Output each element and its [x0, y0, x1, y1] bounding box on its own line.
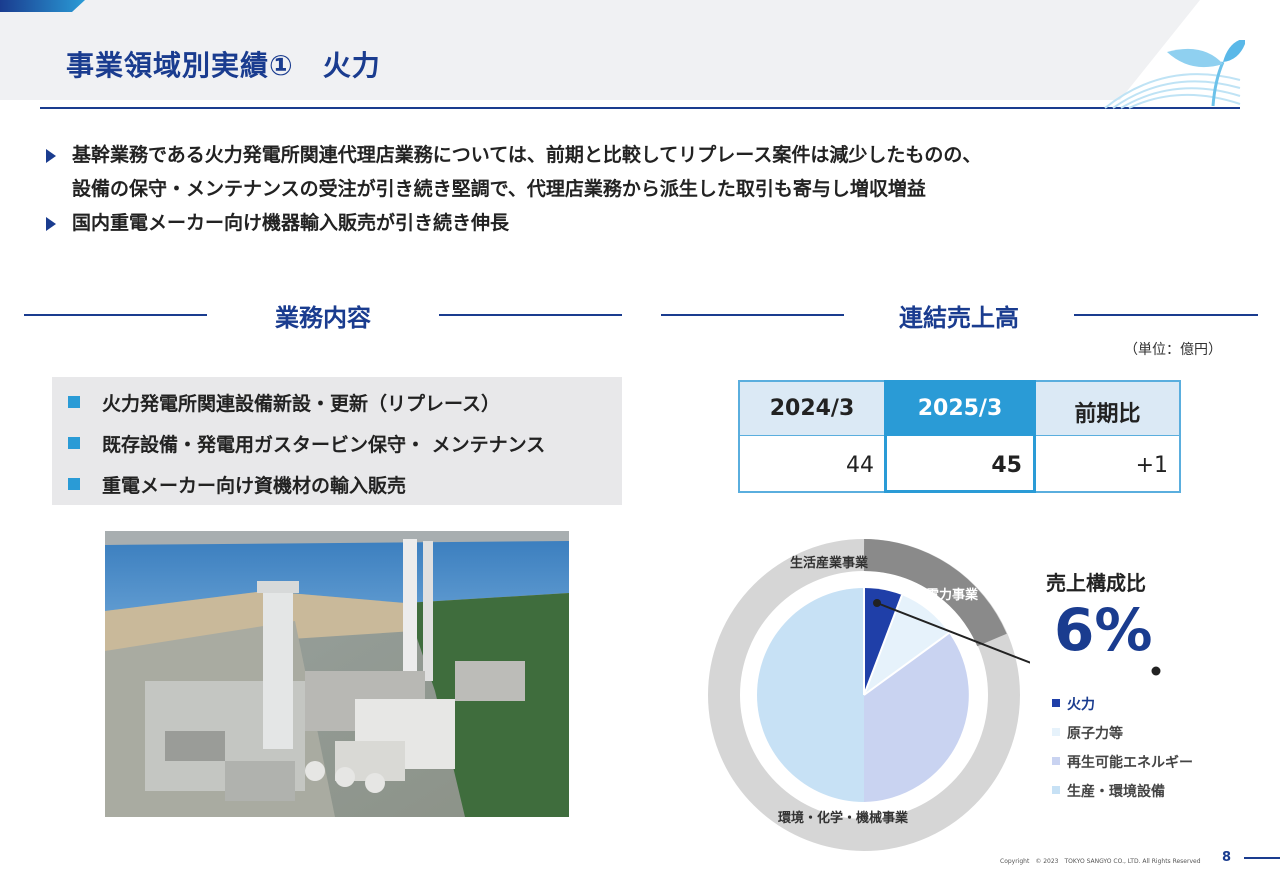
- callout-dot: [873, 599, 881, 607]
- business-item-text: 既存設備・発電用ガスタービン保守・ メンテナンス: [102, 434, 546, 456]
- yoy-header: 前期比: [1074, 402, 1141, 427]
- callout-end-dot: [1151, 666, 1161, 676]
- yoy-value: +1: [1135, 453, 1168, 478]
- heading-rule: [439, 314, 622, 316]
- year-prev-value: 44: [846, 453, 874, 478]
- summary-bullet-continued: 設備の保守・メンテナンスの受注が引き続き堅調で、代理店業務から派生した取引も寄与…: [44, 172, 981, 206]
- title-divider: [40, 107, 1240, 109]
- business-item-text: 火力発電所関連設備新設・更新（リプレース）: [102, 393, 501, 415]
- legend-item: 再生可能エネルギー: [1052, 752, 1193, 781]
- footer-rule: [1244, 857, 1280, 859]
- unit-note: （単位：億円）: [1124, 342, 1222, 358]
- year-current-value: 45: [991, 453, 1022, 478]
- business-item-text: 重電メーカー向け資機材の輸入販売: [102, 475, 407, 497]
- pie-slice-facility: [757, 588, 864, 802]
- business-item: 火力発電所関連設備新設・更新（リプレース）: [68, 389, 500, 416]
- power-plant-photo: [105, 531, 569, 817]
- heading-rule: [661, 314, 844, 316]
- business-item: 既存設備・発電用ガスタービン保守・ メンテナンス: [68, 430, 545, 457]
- triangle-bullet-icon: [46, 149, 56, 163]
- composition-value: 6%: [1054, 596, 1153, 664]
- legend-swatch: [1052, 786, 1060, 794]
- legend-label: 原子力等: [1067, 726, 1123, 742]
- sales-heading: 連結売上高: [661, 298, 1258, 332]
- legend-swatch: [1052, 699, 1060, 707]
- corner-accent: [0, 0, 85, 12]
- business-heading: 業務内容: [24, 298, 622, 332]
- copyright: Copyright © 2023 TOKYO SANGYO CO., LTD. …: [1000, 858, 1201, 865]
- outer-label-lifestyle: 生活産業事業: [790, 556, 869, 571]
- sales-table: 2024/3 2025/3 前期比 44 45 +1: [738, 380, 1181, 493]
- composition-title: 売上構成比: [1046, 571, 1146, 595]
- legend-label: 生産・環境設備: [1067, 784, 1165, 800]
- legend-swatch: [1052, 728, 1060, 736]
- business-item: 重電メーカー向け資機材の輸入販売: [68, 471, 406, 498]
- legend-label: 再生可能エネルギー: [1067, 755, 1193, 771]
- heading-rule: [1074, 314, 1258, 316]
- legend-item: 生産・環境設備: [1052, 781, 1193, 810]
- business-heading-label: 業務内容: [275, 304, 371, 332]
- heading-rule: [24, 314, 207, 316]
- summary-bullet: 国内重電メーカー向け機器輸入販売が引き続き伸長: [44, 206, 981, 240]
- sales-heading-label: 連結売上高: [899, 304, 1019, 332]
- summary-bullet: 基幹業務である火力発電所関連代理店業務については、前期と比較してリプレース案件は…: [44, 138, 981, 172]
- composition-legend: 火力 原子力等 再生可能エネルギー 生産・環境設備: [1052, 694, 1193, 810]
- bullet-text: 国内重電メーカー向け機器輸入販売が引き続き伸長: [72, 212, 510, 234]
- page-number: 8: [1222, 850, 1232, 865]
- outer-label-environment: 環境・化学・機械事業: [778, 811, 909, 826]
- business-content-box: 火力発電所関連設備新設・更新（リプレース） 既存設備・発電用ガスタービン保守・ …: [52, 377, 622, 505]
- square-bullet-icon: [68, 478, 80, 490]
- legend-item: 火力: [1052, 694, 1193, 723]
- legend-item: 原子力等: [1052, 723, 1193, 752]
- leaf-logo-icon: [1104, 40, 1245, 109]
- year-current-header: 2025/3: [917, 396, 1003, 421]
- bullet-text: 設備の保守・メンテナンスの受注が引き続き堅調で、代理店業務から派生した取引も寄与…: [72, 178, 926, 200]
- bullet-text: 基幹業務である火力発電所関連代理店業務については、前期と比較してリプレース案件は…: [72, 144, 982, 166]
- legend-label: 火力: [1067, 697, 1095, 713]
- summary-bullets: 基幹業務である火力発電所関連代理店業務については、前期と比較してリプレース案件は…: [44, 138, 981, 240]
- triangle-bullet-icon: [46, 217, 56, 231]
- outer-label-power: 電力事業: [926, 588, 979, 603]
- page-title: 事業領域別実績① 火力: [66, 49, 381, 82]
- square-bullet-icon: [68, 396, 80, 408]
- legend-swatch: [1052, 757, 1060, 765]
- year-prev-header: 2024/3: [769, 396, 855, 421]
- square-bullet-icon: [68, 437, 80, 449]
